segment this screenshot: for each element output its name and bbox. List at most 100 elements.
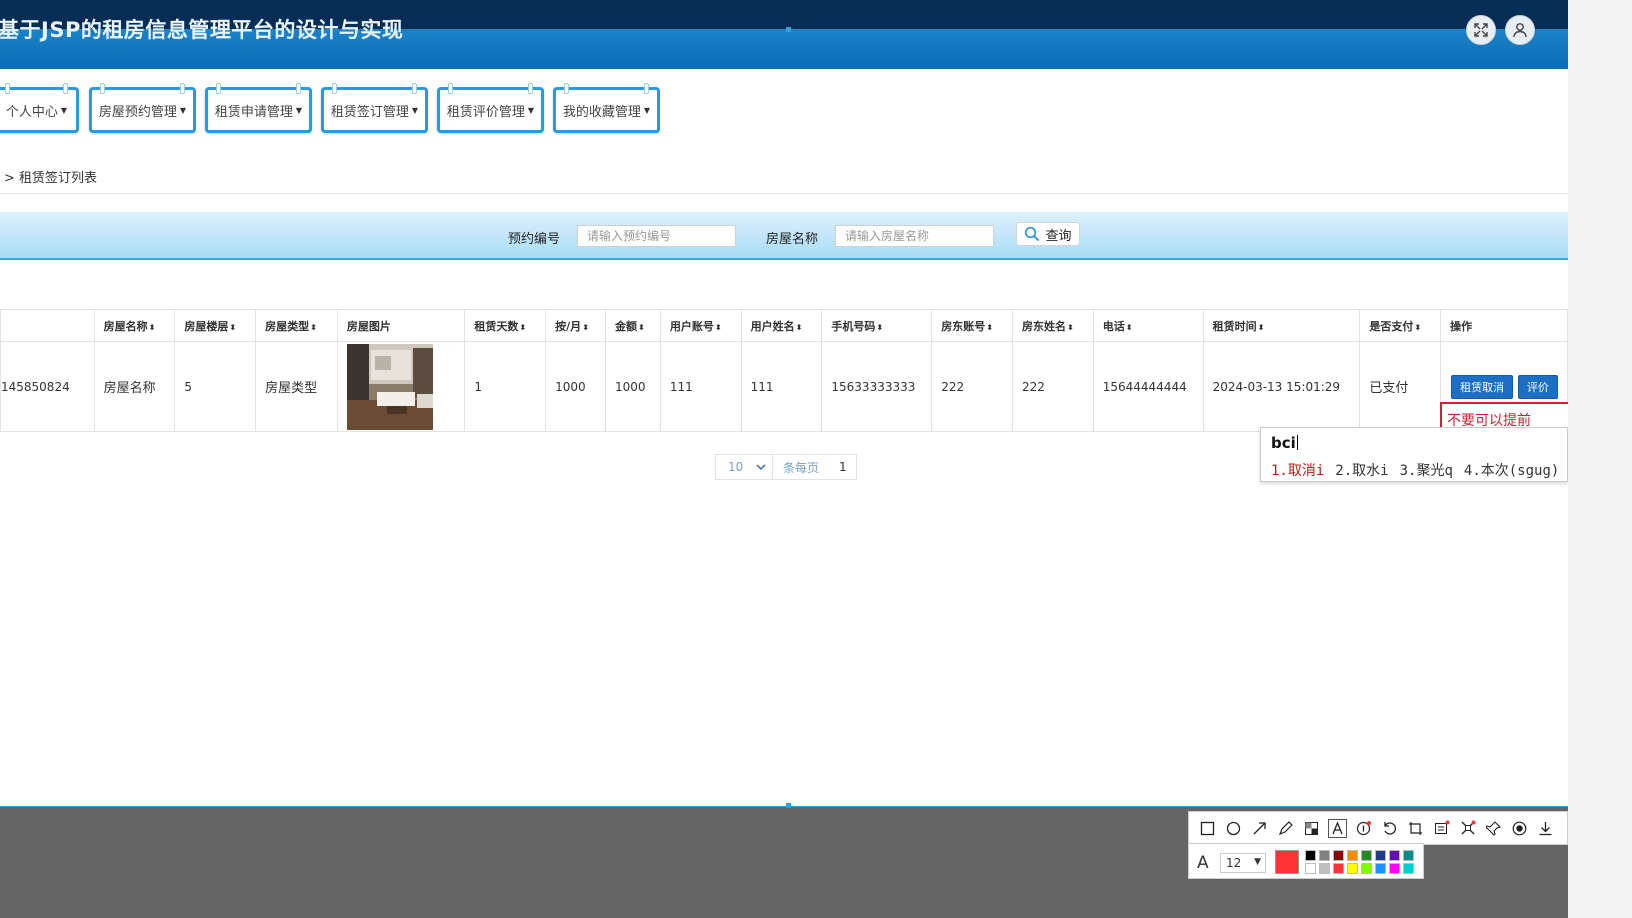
sort-icon: ⬍ — [637, 322, 645, 332]
nav-lease-application[interactable]: 租赁申请管理 ▼ — [205, 83, 312, 133]
review-button[interactable]: 评价 — [1517, 374, 1558, 399]
annotation-text-box[interactable]: 不要可以提前 — [1440, 402, 1568, 430]
cell-lease-days: 1 — [464, 341, 547, 432]
color-swatch[interactable] — [1375, 850, 1386, 861]
house-name-input[interactable] — [835, 225, 994, 247]
column-header[interactable]: 手机号码⬍ — [821, 309, 933, 342]
column-header[interactable]: 房东账号⬍ — [931, 309, 1013, 342]
cell-house-type: 房屋类型 — [255, 341, 338, 432]
color-swatch[interactable] — [1375, 863, 1386, 874]
fullscreen-button[interactable] — [1466, 15, 1496, 45]
download-icon[interactable] — [1536, 819, 1555, 838]
ocr-icon[interactable] — [1432, 819, 1451, 838]
house-photo[interactable] — [346, 343, 433, 430]
rectangle-icon[interactable] — [1198, 819, 1217, 838]
crop-icon[interactable] — [1406, 819, 1425, 838]
column-header[interactable]: 按/月⬍ — [545, 309, 606, 342]
ime-candidate[interactable]: 4.本次(sgug) — [1464, 463, 1559, 479]
nav-house-reservation[interactable]: 房屋预约管理 ▼ — [89, 83, 196, 133]
color-swatch[interactable] — [1319, 863, 1330, 874]
column-header[interactable]: 是否支付⬍ — [1359, 309, 1442, 342]
column-header: 房屋图片 — [336, 309, 466, 342]
color-swatch[interactable] — [1305, 863, 1316, 874]
cell-landlord-name: 222 — [1011, 341, 1094, 432]
chevron-down-icon — [756, 463, 766, 470]
ime-input-text: bci — [1271, 434, 1296, 452]
pencil-icon[interactable] — [1276, 819, 1295, 838]
color-swatch[interactable] — [1389, 850, 1400, 861]
current-color-swatch[interactable] — [1275, 850, 1299, 874]
nav-lease-review[interactable]: 租赁评价管理 ▼ — [437, 83, 544, 133]
color-swatch[interactable] — [1361, 863, 1372, 874]
color-swatch[interactable] — [1389, 863, 1400, 874]
caret-down-icon: ▼ — [527, 105, 535, 115]
page-size-value: 10 — [728, 460, 744, 474]
text-icon[interactable] — [1328, 818, 1347, 838]
ellipse-icon[interactable] — [1224, 819, 1243, 838]
ime-candidate[interactable]: 3.聚光q — [1400, 463, 1453, 479]
nav-lease-signing[interactable]: 租赁签订管理 ▼ — [321, 83, 428, 133]
color-swatch[interactable] — [1333, 850, 1344, 861]
color-swatch[interactable] — [1305, 850, 1316, 861]
page-size-select[interactable]: 10 — [716, 455, 773, 479]
column-header: 操作 — [1440, 309, 1568, 342]
reservation-no-label: 预约编号 — [508, 232, 561, 247]
selection-handle[interactable] — [786, 27, 791, 32]
nav-favorites[interactable]: 我的收藏管理 ▼ — [553, 83, 660, 133]
column-header[interactable]: 房屋类型⬍ — [255, 309, 338, 342]
column-header[interactable]: 房屋名称⬍ — [93, 309, 176, 342]
cell-user-account: 111 — [659, 341, 742, 432]
column-header[interactable]: 租赁天数⬍ — [464, 309, 547, 342]
ime-candidate[interactable]: 1.取消i — [1271, 463, 1324, 479]
nav-label: 租赁评价管理 — [446, 104, 525, 120]
annotation-toolbar — [1188, 811, 1568, 845]
color-swatch[interactable] — [1347, 850, 1358, 861]
user-icon — [1513, 23, 1527, 38]
nav-personal-center[interactable]: 个人中心 ▼ — [0, 83, 79, 133]
color-swatch[interactable] — [1319, 850, 1330, 861]
page-number[interactable]: 1 — [831, 460, 847, 474]
caret-down-icon: ▼ — [60, 105, 68, 115]
sort-icon: ⬍ — [714, 322, 722, 332]
search-button[interactable]: 查询 — [1016, 222, 1080, 246]
color-swatch[interactable] — [1333, 863, 1344, 874]
font-size-icon: A — [1197, 853, 1209, 873]
color-swatch[interactable] — [1403, 863, 1414, 874]
cancel-lease-button[interactable]: 租赁取消 — [1451, 374, 1514, 399]
number-icon[interactable] — [1354, 819, 1373, 838]
column-header[interactable]: 房东姓名⬍ — [1011, 309, 1094, 342]
nav-label: 个人中心 — [5, 104, 58, 120]
mosaic-icon[interactable] — [1302, 819, 1321, 838]
sort-icon: ⬍ — [519, 322, 527, 332]
search-icon — [1025, 226, 1040, 242]
app-window: 基于JSP的租房信息管理平台的设计与实现 个人中心 ▼ 房屋预约管理 ▼ 租赁申请管… — [0, 0, 1568, 806]
color-swatch[interactable] — [1403, 850, 1414, 861]
reservation-no-input[interactable] — [577, 225, 736, 247]
per-page-label: 条每页 — [783, 460, 820, 475]
user-button[interactable] — [1505, 15, 1535, 45]
arrow-icon[interactable] — [1250, 819, 1269, 838]
undo-icon[interactable] — [1380, 819, 1399, 838]
pin2-icon[interactable] — [1484, 819, 1503, 838]
column-header[interactable]: 房屋楼层⬍ — [174, 309, 257, 342]
column-header[interactable]: 租赁时间⬍ — [1202, 309, 1361, 342]
column-header[interactable]: 用户账号⬍ — [659, 309, 742, 342]
selection-handle[interactable] — [786, 803, 791, 808]
nav-label: 租赁申请管理 — [214, 104, 293, 120]
sort-icon: ⬍ — [1066, 322, 1074, 332]
column-header[interactable]: 金额⬍ — [604, 309, 661, 342]
pin-icon[interactable] — [1458, 819, 1477, 838]
column-header[interactable]: 电话⬍ — [1092, 309, 1204, 342]
cell-reservation-no: 145850824 — [0, 341, 95, 432]
font-size-select[interactable]: 12 ▼ — [1220, 853, 1266, 873]
color-swatch[interactable] — [1347, 863, 1358, 874]
font-size-value: 12 — [1226, 856, 1242, 870]
annotation-properties: A 12 ▼ — [1188, 843, 1424, 879]
pagination: 10 条每页 1 — [715, 454, 857, 480]
color-swatch[interactable] — [1361, 850, 1372, 861]
record-icon[interactable] — [1510, 819, 1529, 838]
ime-candidate[interactable]: 2.取水i — [1335, 463, 1388, 479]
column-header[interactable]: 用户姓名⬍ — [740, 309, 823, 342]
cell-payment-status: 已支付 — [1359, 341, 1442, 432]
sort-icon: ⬍ — [876, 322, 884, 332]
